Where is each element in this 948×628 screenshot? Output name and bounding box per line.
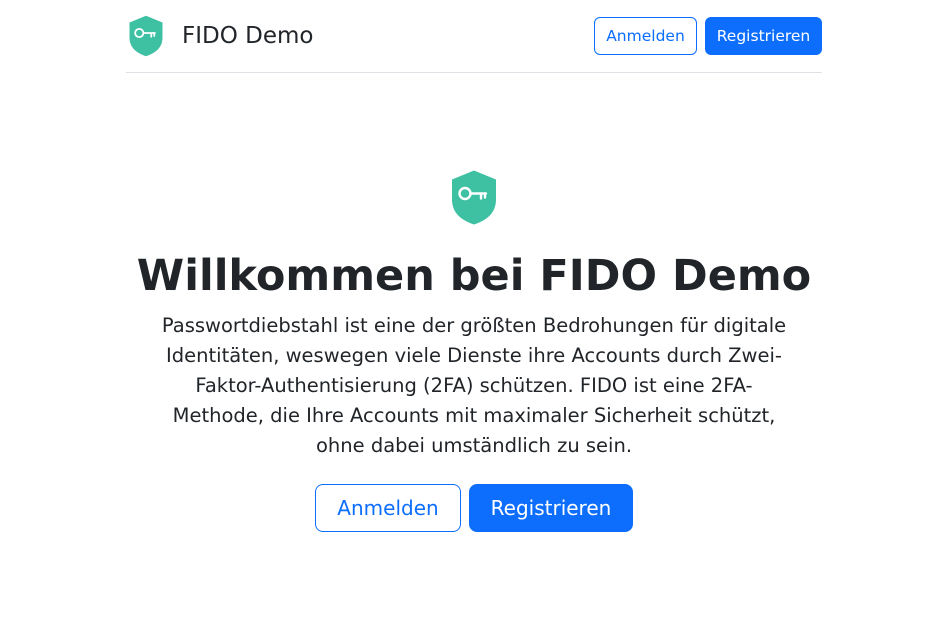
brand-name: FIDO Demo xyxy=(182,23,314,49)
register-button[interactable]: Registrieren xyxy=(469,484,633,532)
login-button[interactable]: Anmelden xyxy=(315,484,461,532)
brand-link[interactable]: FIDO Demo xyxy=(126,15,313,57)
shield-key-icon xyxy=(452,170,496,225)
shield-key-icon xyxy=(129,15,163,57)
header-actions: Anmelden Registrieren xyxy=(594,17,822,55)
hero-actions: Anmelden Registrieren xyxy=(0,484,948,532)
top-navbar: FIDO Demo Anmelden Registrieren xyxy=(126,0,822,73)
page-title: Willkommen bei FIDO Demo xyxy=(136,251,812,301)
hero-description: Passwortdiebstahl ist eine der größten B… xyxy=(161,314,787,457)
header-register-button[interactable]: Registrieren xyxy=(705,17,822,55)
header-login-button[interactable]: Anmelden xyxy=(594,17,697,55)
